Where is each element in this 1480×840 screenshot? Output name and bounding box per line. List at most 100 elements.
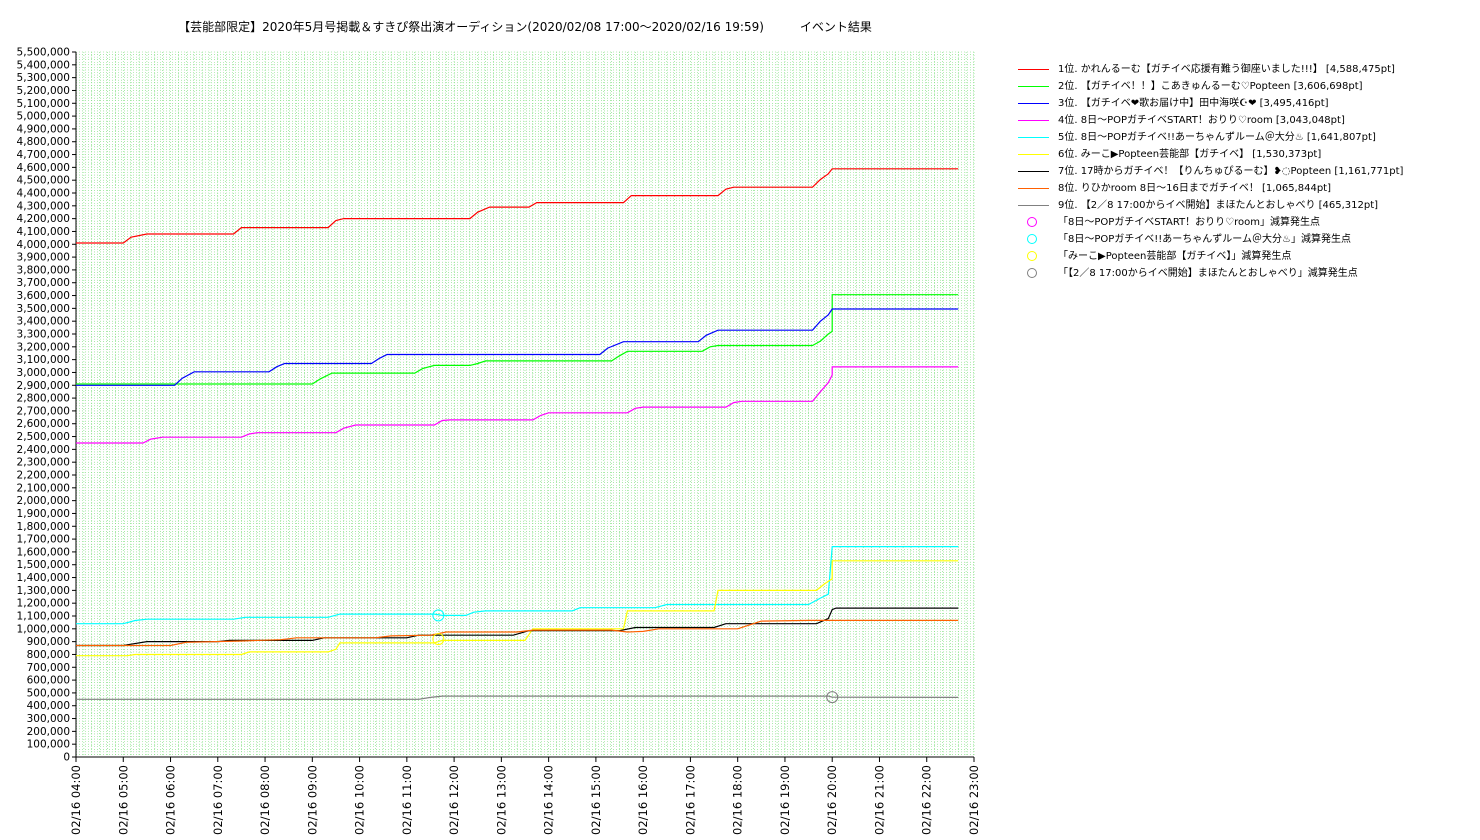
y-tick-label: 5,400,000 (17, 59, 70, 71)
y-tick-label: 0 (63, 752, 70, 764)
y-tick-label: 2,800,000 (17, 393, 70, 405)
x-tick-label: 02/16 19:00 (778, 765, 792, 835)
y-tick-label: 2,000,000 (17, 495, 70, 507)
y-tick-label: 3,000,000 (17, 367, 70, 379)
x-tick-label: 02/16 06:00 (164, 765, 178, 835)
y-tick-label: 4,200,000 (17, 213, 70, 225)
x-tick-label: 02/16 13:00 (494, 765, 508, 835)
y-tick-label: 500,000 (27, 687, 70, 699)
y-tick-label: 2,400,000 (17, 444, 70, 456)
y-tick-label: 2,300,000 (17, 457, 70, 469)
y-tick-label: 5,300,000 (17, 72, 70, 84)
y-tick-label: 1,200,000 (17, 598, 70, 610)
legend-swatch-circle (1027, 268, 1037, 278)
x-tick-label: 02/16 12:00 (447, 765, 461, 835)
x-tick-label: 02/16 23:00 (967, 765, 981, 835)
legend-swatch-line (1018, 103, 1049, 104)
x-tick-label: 02/16 21:00 (872, 765, 886, 835)
x-tick-label: 02/16 10:00 (353, 765, 367, 835)
y-tick-label: 1,300,000 (17, 585, 70, 597)
legend-label: 5位. 8日～POPガチイベ!!あーちゃんずルーム＠大分♨ [1,641,807… (1058, 132, 1376, 143)
y-tick-label: 2,600,000 (17, 418, 70, 430)
x-tick-label: 02/16 07:00 (211, 765, 225, 835)
y-tick-label: 5,500,000 (17, 47, 70, 59)
legend-label: 「【2／8 17:00からイベ開始】まほたんとおしゃべり」減算発生点 (1058, 268, 1358, 279)
axes: 0100,000200,000300,000400,000500,000600,… (17, 47, 981, 835)
legend-label: 3位. 【ガチイベ❤歌お届け中】田中海咲☪❤ [3,495,416pt] (1058, 98, 1329, 109)
y-tick-label: 4,800,000 (17, 136, 70, 148)
legend-swatch-line (1018, 120, 1049, 121)
x-tick-label: 02/16 14:00 (542, 765, 556, 835)
legend-swatch-line (1018, 154, 1049, 155)
legend-label: 4位. 8日～POPガチイベSTART！おりり♡room [3,043,048p… (1058, 115, 1345, 126)
legend-label: 2位. 【ガチイベ！！】こあきゅんるーむ♡Popteen [3,606,698p… (1058, 81, 1363, 92)
legend-label: 9位. 【2／8 17:00からイベ開始】まほたんとおしゃべり [465,312… (1058, 200, 1379, 211)
y-tick-label: 1,100,000 (17, 611, 70, 623)
y-tick-label: 3,900,000 (17, 252, 70, 264)
x-tick-label: 02/16 15:00 (589, 765, 603, 835)
y-tick-label: 800,000 (27, 649, 70, 661)
y-tick-label: 5,000,000 (17, 111, 70, 123)
y-tick-label: 4,400,000 (17, 188, 70, 200)
x-tick-label: 02/16 17:00 (683, 765, 697, 835)
y-tick-label: 600,000 (27, 675, 70, 687)
y-tick-label: 1,400,000 (17, 572, 70, 584)
y-tick-label: 3,300,000 (17, 329, 70, 341)
y-tick-label: 1,700,000 (17, 534, 70, 546)
y-tick-label: 1,600,000 (17, 546, 70, 558)
y-tick-label: 200,000 (27, 726, 70, 738)
y-tick-label: 4,600,000 (17, 162, 70, 174)
legend-label: 「8日～POPガチイベ!!あーちゃんずルーム＠大分♨」減算発生点 (1058, 234, 1351, 245)
y-tick-label: 3,400,000 (17, 316, 70, 328)
y-tick-label: 5,100,000 (17, 98, 70, 110)
y-tick-label: 2,500,000 (17, 431, 70, 443)
y-tick-label: 2,200,000 (17, 470, 70, 482)
x-tick-label: 02/16 04:00 (69, 765, 83, 835)
legend-swatch-line (1018, 171, 1049, 172)
y-tick-label: 3,200,000 (17, 341, 70, 353)
legend-swatch-circle (1027, 251, 1037, 261)
x-tick-label: 02/16 08:00 (258, 765, 272, 835)
legend-label: 1位. かれんるーむ【ガチイベ応援有難う御座いました!!!】 [4,588,47… (1058, 64, 1395, 75)
x-tick-label: 02/16 18:00 (731, 765, 745, 835)
y-tick-label: 2,700,000 (17, 405, 70, 417)
y-tick-label: 100,000 (27, 739, 70, 751)
y-tick-label: 4,700,000 (17, 149, 70, 161)
legend-swatch-line (1018, 69, 1049, 70)
y-tick-label: 3,800,000 (17, 264, 70, 276)
legend-label: 「8日～POPガチイベSTART！おりり♡room」減算発生点 (1058, 217, 1320, 228)
x-tick-label: 02/16 09:00 (305, 765, 319, 835)
y-tick-label: 4,900,000 (17, 123, 70, 135)
y-tick-label: 400,000 (27, 700, 70, 712)
legend-swatch-circle (1027, 234, 1037, 244)
x-tick-label: 02/16 11:00 (400, 765, 414, 835)
legend-swatch-line (1018, 205, 1049, 206)
y-tick-label: 700,000 (27, 662, 70, 674)
y-tick-label: 5,200,000 (17, 85, 70, 97)
y-tick-label: 4,100,000 (17, 226, 70, 238)
x-tick-label: 02/16 22:00 (920, 765, 934, 835)
y-tick-label: 900,000 (27, 636, 70, 648)
legend-swatch-line (1018, 86, 1049, 87)
y-tick-label: 1,500,000 (17, 559, 70, 571)
legend-swatch-line (1018, 137, 1049, 138)
legend-label: 7位. 17時からガチイベ！【りんちゅぴるーむ】❥◌Popteen [1,161… (1058, 166, 1404, 177)
y-tick-label: 2,100,000 (17, 482, 70, 494)
y-tick-label: 3,500,000 (17, 303, 70, 315)
legend-label: 6位. みーこ▶Popteen芸能部【ガチイベ】 [1,530,373pt] (1058, 149, 1322, 160)
y-tick-label: 3,100,000 (17, 354, 70, 366)
legend-label: 8位. りひかroom 8日～16日までガチイベ！ [1,065,844pt] (1058, 183, 1331, 194)
x-tick-label: 02/16 16:00 (636, 765, 650, 835)
y-tick-label: 2,900,000 (17, 380, 70, 392)
y-tick-label: 1,000,000 (17, 623, 70, 635)
y-tick-label: 300,000 (27, 713, 70, 725)
y-tick-label: 3,600,000 (17, 290, 70, 302)
y-tick-label: 1,800,000 (17, 521, 70, 533)
legend-swatch-circle (1027, 217, 1037, 227)
y-tick-label: 4,000,000 (17, 239, 70, 251)
grid (75, 51, 975, 758)
legend-swatch-line (1018, 188, 1049, 189)
y-tick-label: 4,500,000 (17, 175, 70, 187)
y-tick-label: 1,900,000 (17, 508, 70, 520)
y-tick-label: 4,300,000 (17, 200, 70, 212)
